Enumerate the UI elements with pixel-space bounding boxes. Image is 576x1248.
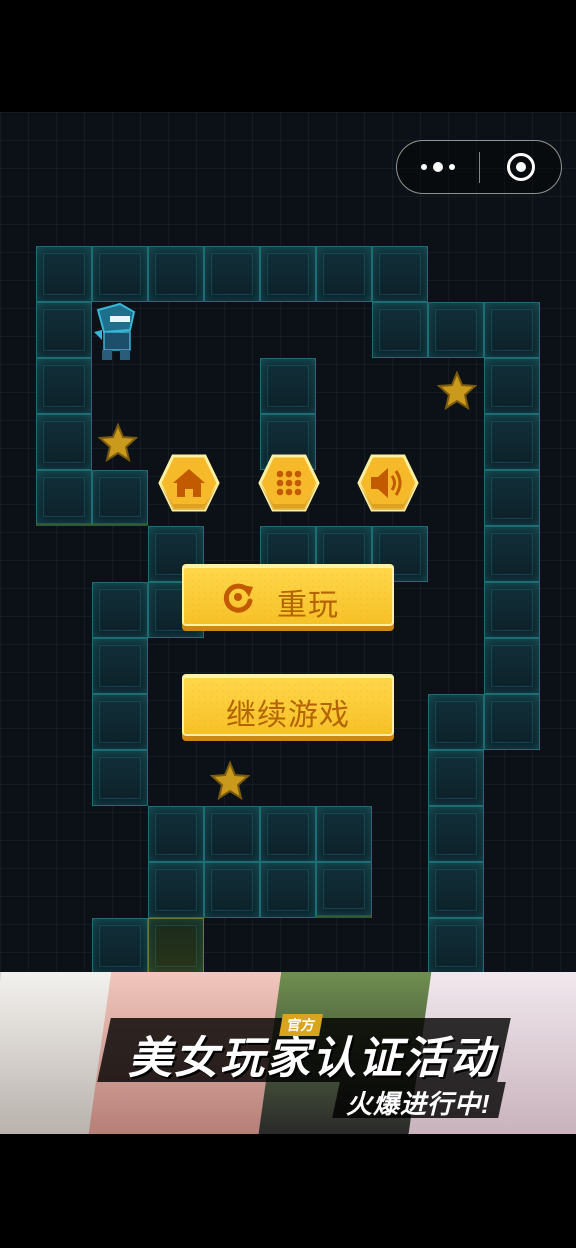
- maze-wall-tile: [36, 414, 92, 470]
- maze-wall-tile: [92, 470, 148, 526]
- maze-goal-tile: [148, 918, 204, 972]
- maze-wall-tile: [204, 246, 260, 302]
- maze-wall-tile: [148, 246, 204, 302]
- maze-wall-tile: [148, 806, 204, 862]
- maze-wall-tile: [36, 302, 92, 358]
- banner-subline: 火爆进行中!: [346, 1089, 491, 1119]
- maze-wall-tile: [260, 806, 316, 862]
- maze-wall-tile: [372, 246, 428, 302]
- maze-wall-tile: [92, 246, 148, 302]
- bottom-area: [0, 1134, 576, 1248]
- star-pickup-icon: [437, 370, 477, 410]
- maze-wall-tile: [484, 470, 540, 526]
- maze-wall-tile: [428, 750, 484, 806]
- maze-wall-tile: [484, 358, 540, 414]
- maze-wall-tile: [260, 246, 316, 302]
- replay-button[interactable]: 重玩: [182, 564, 394, 626]
- maze-wall-tile: [316, 246, 372, 302]
- continue-button[interactable]: 继续游戏: [182, 674, 394, 736]
- maze-wall-tile: [92, 638, 148, 694]
- maze-wall-tile: [92, 694, 148, 750]
- maze-wall-tile: [484, 414, 540, 470]
- maze-wall-tile: [260, 358, 316, 414]
- sound-icon[interactable]: [357, 452, 419, 514]
- maze-wall-tile: [92, 918, 148, 972]
- maze-wall-tile: [484, 638, 540, 694]
- star-pickup-icon: [210, 760, 250, 800]
- level-grid-icon[interactable]: [258, 452, 320, 514]
- maze-wall-tile: [204, 806, 260, 862]
- maze-wall-tile: [92, 750, 148, 806]
- maze-wall-tile: [148, 862, 204, 918]
- game-board: [0, 112, 576, 972]
- maze-wall-tile: [428, 694, 484, 750]
- maze-wall-tile: [428, 302, 484, 358]
- player-robot-icon: [94, 302, 136, 360]
- maze-wall-tile: [372, 302, 428, 358]
- star-pickup-icon: [98, 422, 138, 462]
- maze-wall-tile: [484, 694, 540, 750]
- maze-wall-tile: [92, 582, 148, 638]
- maze-wall-tile: [316, 806, 372, 862]
- maze-wall-tile: [484, 582, 540, 638]
- maze-wall-tile: [204, 862, 260, 918]
- mini-program-capsule: [396, 140, 562, 194]
- ad-banner[interactable]: 美女玩家认证活动 官方 火爆进行中!: [0, 972, 576, 1134]
- maze-wall-tile: [36, 358, 92, 414]
- status-bar-area: [0, 0, 576, 112]
- continue-label: 继续游戏: [226, 699, 350, 732]
- maze-wall-tile: [260, 862, 316, 918]
- replay-label: 重玩: [277, 589, 339, 622]
- maze-wall-tile: [428, 862, 484, 918]
- maze-wall-tile: [36, 246, 92, 302]
- capsule-divider: [479, 152, 480, 183]
- maze-wall-tile: [428, 918, 484, 972]
- maze-wall-tile: [484, 302, 540, 358]
- maze-wall-tile: [316, 862, 372, 918]
- target-icon[interactable]: [507, 153, 535, 181]
- maze-wall-tile: [36, 470, 92, 526]
- banner-tag: 官方: [279, 1014, 323, 1036]
- maze-wall-tile: [428, 806, 484, 862]
- home-icon[interactable]: [158, 452, 220, 514]
- more-dots-icon[interactable]: [419, 155, 461, 179]
- maze-wall-tile: [484, 526, 540, 582]
